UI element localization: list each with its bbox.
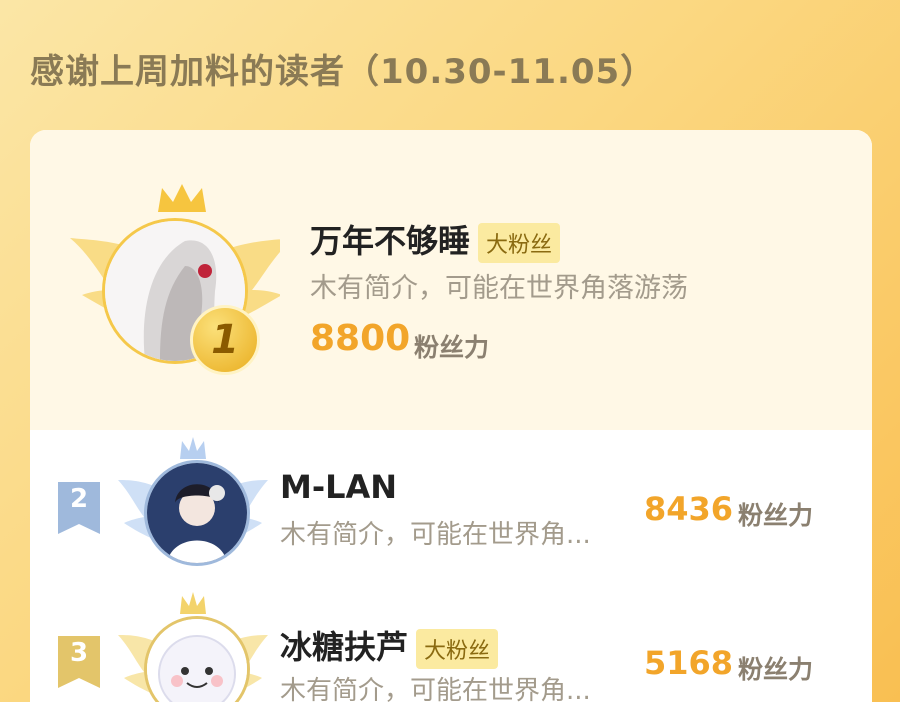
rank-2-intro: 木有简介，可能在世界角...: [280, 520, 591, 550]
rank-2-score: 8436: [644, 490, 734, 528]
rank-3-unit: 粉丝力: [738, 655, 814, 684]
fan-badge: 大粉丝: [478, 223, 561, 263]
avatar[interactable]: [144, 460, 250, 566]
rank-1-intro: 木有简介，可能在世界角落游荡: [310, 273, 688, 304]
rank-1-medal-icon: 1: [190, 305, 260, 375]
rank-3-name[interactable]: 冰糖扶芦 大粉丝: [280, 622, 499, 669]
rank-3-number: 3: [69, 638, 89, 668]
rank-3-score: 5168: [644, 644, 734, 682]
ranking-card: 1 万年不够睡 大粉丝 木有简介，可能在世界角落游荡 8800 粉丝力 2 M-…: [30, 130, 872, 702]
rank-2-item[interactable]: 2 M-LAN 木有简介，可能在世界角... 8436 粉丝力: [30, 430, 872, 580]
rank-1-name[interactable]: 万年不够睡 大粉丝: [310, 216, 561, 263]
rank-1-unit: 粉丝力: [414, 333, 490, 362]
rank-1-item[interactable]: 1 万年不够睡 大粉丝 木有简介，可能在世界角落游荡 8800 粉丝力: [30, 130, 872, 430]
fan-badge: 大粉丝: [416, 629, 499, 669]
page-title: 感谢上周加料的读者（10.30-11.05）: [30, 52, 656, 92]
rank-1-score: 8800: [310, 318, 411, 359]
rank-2-unit: 粉丝力: [738, 501, 814, 530]
rank-2-number: 2: [69, 484, 89, 514]
rank-3-intro: 木有简介，可能在世界角...: [280, 676, 591, 702]
rank-2-name[interactable]: M-LAN: [280, 468, 397, 506]
rank-3-item[interactable]: 3 冰糖扶芦 大粉丝 木有简介，可能在世界角... 5168 粉丝力: [30, 580, 872, 702]
